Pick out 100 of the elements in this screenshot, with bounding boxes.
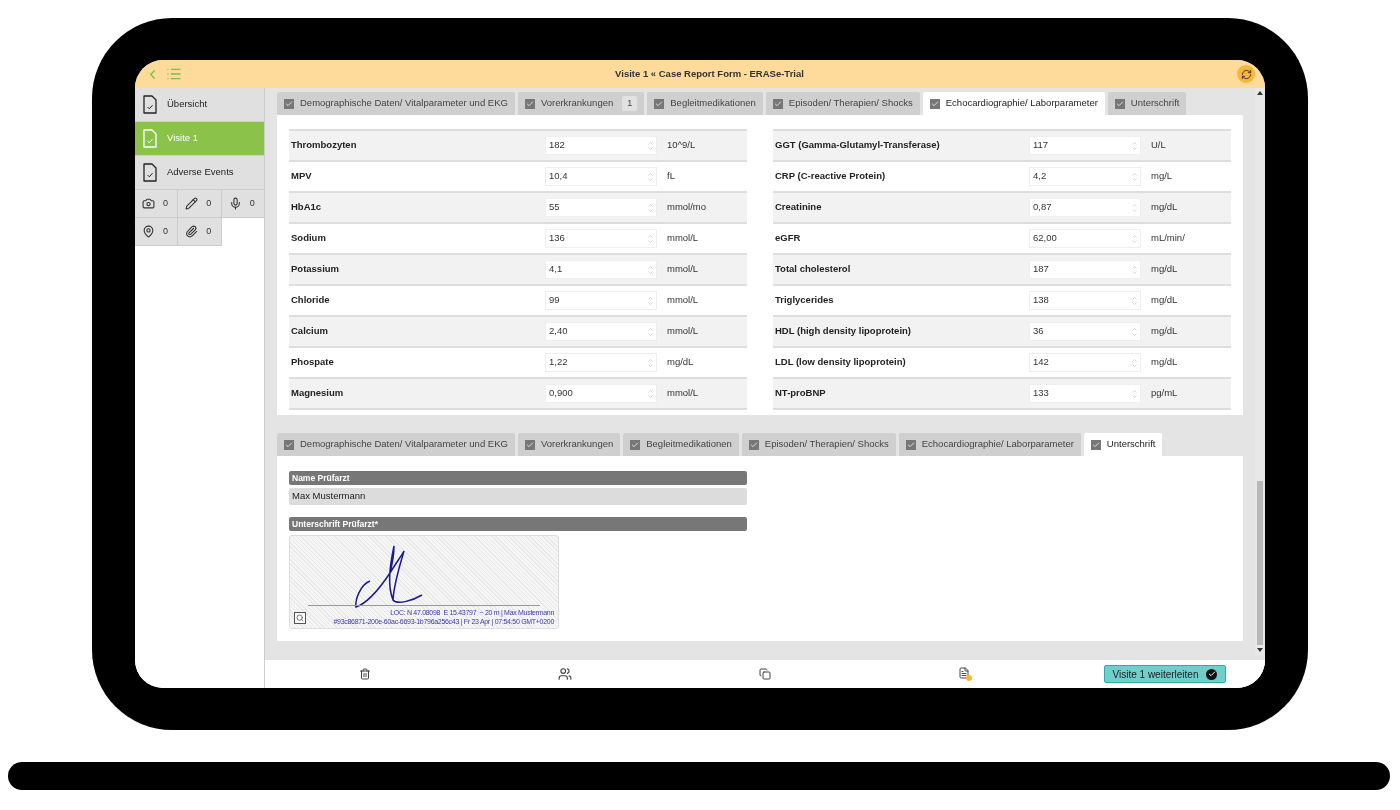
spinner-arrows-icon[interactable] xyxy=(1132,233,1137,244)
number-field[interactable]: 142 xyxy=(1029,353,1141,372)
spinner-arrows-icon[interactable] xyxy=(1132,388,1137,399)
form-tab[interactable]: Episoden/ Therapien/ Shocks xyxy=(741,433,896,456)
spinner-arrows-icon[interactable] xyxy=(1132,140,1137,151)
number-field[interactable]: 4,1 xyxy=(545,260,657,279)
tab-label: Vorerkrankungen xyxy=(540,437,614,452)
form-tab[interactable]: Begleitmedikationen xyxy=(647,92,763,115)
parameter-label: Calcium xyxy=(291,324,329,339)
attachment-counter[interactable]: 0 xyxy=(135,190,179,218)
spinner-arrows-icon[interactable] xyxy=(648,264,653,275)
document-sync-icon[interactable] xyxy=(958,667,972,681)
scroll-down-icon[interactable] xyxy=(1257,648,1263,652)
unit-label: mmol/L xyxy=(667,262,699,277)
number-field[interactable]: 62,00 xyxy=(1029,229,1141,248)
parameter-label: GGT (Gamma-Glutamyl-Transferase) xyxy=(775,138,941,153)
count-badge: 1 xyxy=(622,95,638,112)
unit-label: mg/L xyxy=(1151,169,1173,184)
menu-list-icon[interactable] xyxy=(166,66,182,82)
checkbox[interactable] xyxy=(772,98,783,109)
attachment-counter[interactable]: 0 xyxy=(135,218,179,246)
number-field[interactable]: 138 xyxy=(1029,291,1141,310)
parameter-label: Thrombozyten xyxy=(291,138,358,153)
scrollbar-thumb[interactable] xyxy=(1257,480,1263,645)
checkbox[interactable] xyxy=(905,439,916,450)
sidebar-item[interactable]: Adverse Events xyxy=(135,156,264,190)
field-label: Unterschrift Prüfarzt* xyxy=(289,517,747,531)
number-field[interactable]: 0,87 xyxy=(1029,198,1141,217)
form-tab[interactable]: Echocardiographie/ Laborparameter xyxy=(898,433,1081,456)
parameter-label: Magnesium xyxy=(291,386,345,401)
forward-button[interactable]: Visite 1 weiterleiten xyxy=(1103,665,1227,683)
number-field[interactable]: 99 xyxy=(545,291,657,310)
spinner-arrows-icon[interactable] xyxy=(648,171,653,182)
number-field[interactable]: 117 xyxy=(1029,136,1141,155)
spinner-arrows-icon[interactable] xyxy=(1132,171,1137,182)
number-field[interactable]: 136 xyxy=(545,229,657,248)
attachment-counter[interactable]: 0 xyxy=(221,190,265,218)
form-tab[interactable]: Vorerkrankungen 1 xyxy=(517,92,645,115)
tab-label: Episoden/ Therapien/ Shocks xyxy=(788,96,913,111)
number-field[interactable]: 187 xyxy=(1029,260,1141,279)
spinner-arrows-icon[interactable] xyxy=(648,233,653,244)
form-tab[interactable]: Begleitmedikationen xyxy=(623,433,739,456)
spinner-arrows-icon[interactable] xyxy=(648,357,653,368)
unit-label: mg/dL xyxy=(1151,262,1178,277)
copy-icon[interactable] xyxy=(759,668,771,680)
people-group-icon[interactable] xyxy=(558,667,572,681)
form-tab[interactable]: Episoden/ Therapien/ Shocks xyxy=(765,92,920,115)
form-tab[interactable]: Unterschrift xyxy=(1083,433,1163,456)
spinner-arrows-icon[interactable] xyxy=(1132,357,1137,368)
document-check-icon xyxy=(143,95,157,114)
parameter-label: Potassium xyxy=(291,262,341,277)
spinner-arrows-icon[interactable] xyxy=(648,326,653,337)
number-field[interactable]: 0,900 xyxy=(545,384,657,403)
unit-label: U/L xyxy=(1151,138,1166,153)
parameter-label: MPV xyxy=(291,169,313,184)
spinner-arrows-icon[interactable] xyxy=(648,295,653,306)
number-field[interactable]: 133 xyxy=(1029,384,1141,403)
checkbox[interactable] xyxy=(1114,98,1125,109)
checkbox[interactable] xyxy=(284,439,294,450)
checkbox[interactable] xyxy=(284,98,294,109)
form-tab[interactable]: Vorerkrankungen xyxy=(517,433,621,456)
signature-key-button[interactable] xyxy=(294,612,306,624)
spinner-arrows-icon[interactable] xyxy=(1132,295,1137,306)
number-field[interactable]: 10,4 xyxy=(545,167,657,186)
checkbox[interactable] xyxy=(748,439,759,450)
attachment-counter[interactable]: 0 xyxy=(178,218,222,246)
form-tab[interactable]: Demographische Daten/ Vitalparameter und EKG xyxy=(277,433,515,456)
form-tab[interactable]: Demographische Daten/ Vitalparameter und EKG xyxy=(277,92,515,115)
number-field[interactable]: 2,40 xyxy=(545,322,657,341)
number-field[interactable]: 4,2 xyxy=(1029,167,1141,186)
scrollbar[interactable] xyxy=(1255,88,1265,655)
checkbox[interactable] xyxy=(1090,439,1101,450)
sidebar-item[interactable]: Übersicht xyxy=(135,88,264,122)
spinner-arrows-icon[interactable] xyxy=(1132,264,1137,275)
parameter-label: NT-proBNP xyxy=(775,386,827,401)
checkbox[interactable] xyxy=(630,439,641,450)
checkbox[interactable] xyxy=(524,439,535,450)
spinner-arrows-icon[interactable] xyxy=(648,388,653,399)
spinner-arrows-icon[interactable] xyxy=(1132,202,1137,213)
number-field[interactable]: 182 xyxy=(545,136,657,155)
refresh-button[interactable] xyxy=(1237,65,1255,83)
spinner-arrows-icon[interactable] xyxy=(648,202,653,213)
spinner-arrows-icon[interactable] xyxy=(1132,326,1137,337)
parameter-label: Total cholesterol xyxy=(775,262,852,277)
checkbox[interactable] xyxy=(524,98,535,109)
scroll-up-icon[interactable] xyxy=(1257,91,1263,95)
delete-icon[interactable] xyxy=(359,668,371,680)
form-tab[interactable]: Echocardiographie/ Laborparameter xyxy=(922,92,1105,115)
checkbox[interactable] xyxy=(929,98,940,109)
number-field[interactable]: 1,22 xyxy=(545,353,657,372)
field-label: Name Prüfarzt xyxy=(289,471,747,485)
checkbox[interactable] xyxy=(654,98,665,109)
number-field[interactable]: 55 xyxy=(545,198,657,217)
form-tab[interactable]: Unterschrift xyxy=(1107,92,1187,115)
name-field[interactable]: Max Mustermann xyxy=(289,488,747,505)
check-circle-icon xyxy=(1206,668,1218,680)
tab-label: Begleitmedikationen xyxy=(670,96,756,111)
attachment-counter[interactable]: 0 xyxy=(178,190,222,218)
spinner-arrows-icon[interactable] xyxy=(648,140,653,151)
number-field[interactable]: 36 xyxy=(1029,322,1141,341)
